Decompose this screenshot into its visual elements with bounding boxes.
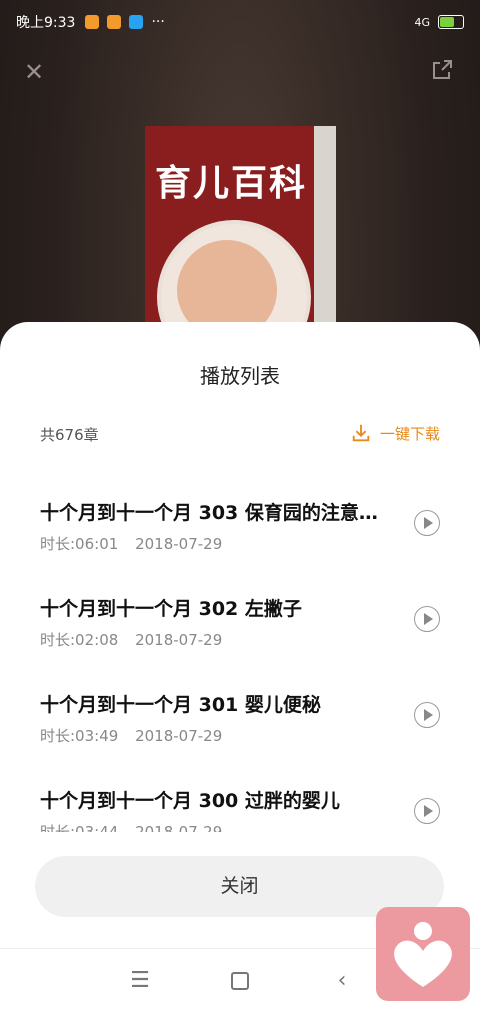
back-icon[interactable]: ‹ [330, 969, 354, 993]
chapter-duration: 时长:02:08 [40, 631, 119, 649]
app-notification-icon [129, 15, 144, 29]
chapter-date: 2018-07-29 [135, 535, 223, 553]
app-notification-icon [107, 15, 122, 29]
list-item[interactable]: 十个月到十一个月 303 保育园的注意事项 时长:06:01 2018-07-2… [0, 480, 480, 576]
status-bar: 晚上9:33 ··· 4G [0, 0, 480, 44]
floating-app-button[interactable] [376, 907, 470, 1001]
play-icon[interactable] [414, 702, 440, 728]
chapter-title: 十个月到十一个月 301 婴儿便秘 [40, 694, 321, 716]
close-icon[interactable]: ✕ [20, 58, 48, 86]
chapter-list[interactable]: 十个月到十一个月 303 保育园的注意事项 时长:06:01 2018-07-2… [0, 480, 480, 832]
heart-person-icon [394, 922, 452, 987]
play-icon[interactable] [414, 510, 440, 536]
play-icon[interactable] [414, 606, 440, 632]
chapter-count: 共676章 [40, 426, 99, 444]
download-all-button[interactable]: 一键下载 [350, 422, 440, 444]
list-item[interactable]: 十个月到十一个月 300 过胖的婴儿 时长:03:44 2018-07-29 [0, 768, 480, 832]
chapter-date: 2018-07-29 [135, 727, 223, 745]
home-icon[interactable] [228, 969, 252, 993]
chapter-title: 十个月到十一个月 300 过胖的婴儿 [40, 790, 340, 812]
book-cover: 育儿百科 [145, 126, 336, 326]
list-item[interactable]: 十个月到十一个月 302 左撇子 时长:02:08 2018-07-29 [0, 576, 480, 672]
cover-title: 育儿百科 [155, 162, 308, 204]
list-item[interactable]: 十个月到十一个月 301 婴儿便秘 时长:03:49 2018-07-29 [0, 672, 480, 768]
signal-icon: 4G [414, 15, 430, 29]
download-label: 一键下载 [379, 424, 440, 443]
sheet-title: 播放列表 [200, 364, 280, 388]
download-icon [352, 424, 370, 442]
chapter-date: 2018-07-29 [135, 631, 223, 649]
play-icon[interactable] [414, 798, 440, 824]
more-notifications-icon: ··· [151, 14, 165, 30]
chapter-title: 十个月到十一个月 303 保育园的注意事项 [40, 502, 385, 524]
share-icon[interactable] [428, 58, 456, 86]
chapter-date: 2018-07-29 [135, 823, 223, 832]
app-notification-icon [85, 15, 100, 29]
chapter-duration: 时长:06:01 [40, 535, 119, 553]
menu-icon[interactable]: ☰ [128, 969, 152, 993]
chapter-title: 十个月到十一个月 302 左撇子 [40, 598, 302, 620]
chapter-duration: 时长:03:49 [40, 727, 119, 745]
chapter-duration: 时长:03:44 [40, 823, 119, 832]
status-time: 晚上9:33 [16, 15, 76, 31]
battery-icon [438, 15, 464, 29]
